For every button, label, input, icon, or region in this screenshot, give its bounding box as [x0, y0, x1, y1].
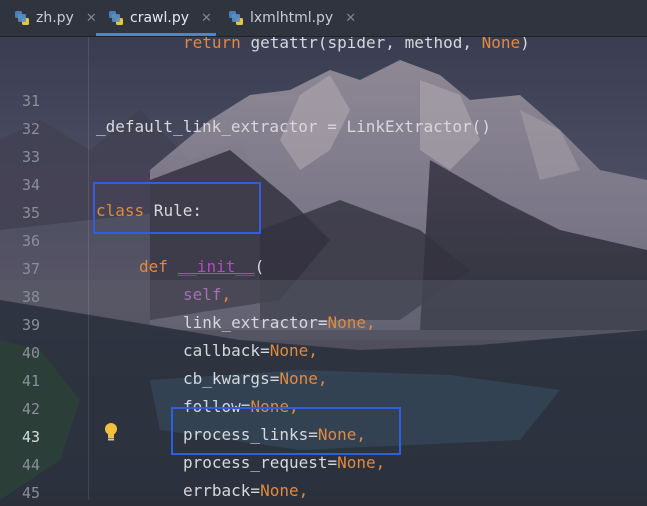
line-number: 45	[21, 484, 40, 502]
line-number: 42	[21, 400, 40, 418]
code-line: 40 callback=None,	[0, 338, 647, 366]
code-line: 37 def __init__(	[0, 254, 647, 282]
param-name: process_request=	[183, 453, 338, 472]
code-line: 31	[0, 86, 647, 114]
line-number: 38	[21, 288, 40, 306]
line-number: 41	[21, 372, 40, 390]
none-literal: None	[269, 341, 309, 360]
tab-zh-py[interactable]: zh.py ✕	[0, 0, 97, 36]
code-text: cb_kwargs=None,	[183, 369, 328, 388]
none-literal: None	[327, 313, 367, 332]
code-token: (	[254, 257, 265, 276]
code-token: ,	[317, 369, 328, 388]
code-token: ,	[298, 481, 309, 500]
code-text: link_extractor=None,	[183, 313, 376, 332]
none-literal: None	[337, 453, 376, 472]
code-line: 41 cb_kwargs=None,	[0, 366, 647, 394]
code-text: def __init__(	[139, 257, 264, 276]
code-token: ,	[308, 341, 318, 360]
param-name: cb_kwargs=	[183, 369, 280, 388]
code-text: process_request=None,	[183, 453, 385, 472]
code-text: _default_link_extractor = LinkExtractor(…	[96, 117, 491, 136]
keyword-def: def	[139, 257, 168, 276]
close-icon[interactable]: ✕	[201, 11, 212, 26]
line-number: 37	[21, 260, 40, 278]
param-name: errback=	[183, 481, 261, 500]
param-name: callback=	[183, 341, 270, 360]
tab-label: zh.py	[36, 10, 74, 26]
code-line: 38 self,	[0, 282, 647, 310]
python-file-icon	[14, 10, 30, 26]
code-token: ,	[366, 313, 376, 332]
highlight-box-process-links	[171, 407, 401, 455]
python-file-icon	[228, 10, 244, 26]
self-param: self	[183, 285, 222, 304]
none-literal: None	[260, 481, 299, 500]
code-text: callback=None,	[183, 341, 318, 360]
none-literal: None	[279, 369, 318, 388]
tab-lxmlhtml-py[interactable]: lxmlhtml.py ✕	[216, 0, 356, 36]
tab-label: lxmlhtml.py	[250, 10, 334, 26]
code-text: self,	[183, 285, 231, 304]
dunder-init: __init__	[177, 257, 255, 276]
line-number: 40	[21, 344, 40, 362]
tab-label: crawl.py	[130, 10, 189, 26]
param-name: link_extractor=	[183, 313, 328, 332]
editor-tab-bar: zh.py ✕ crawl.py ✕ lxmlhtml.py ✕	[0, 0, 647, 37]
line-number: 43	[21, 428, 40, 446]
gutter-separator	[88, 36, 89, 500]
highlight-box-class-rule	[93, 182, 261, 234]
tab-crawl-py[interactable]: crawl.py ✕	[96, 0, 216, 36]
code-line: 45 errback=None,	[0, 478, 647, 506]
line-number: 36	[21, 232, 40, 250]
line-number: 35	[21, 204, 40, 222]
close-icon[interactable]: ✕	[345, 11, 356, 26]
line-number: 44	[21, 456, 40, 474]
line-number: 32	[21, 120, 40, 138]
line-number: 34	[21, 176, 40, 194]
code-token: ,	[375, 453, 386, 472]
lightbulb-icon[interactable]	[103, 422, 119, 442]
line-number: 39	[21, 316, 40, 334]
code-token: ,	[221, 285, 232, 304]
code-text: errback=None,	[183, 481, 308, 500]
line-number: 33	[21, 148, 40, 166]
code-line: 32 _default_link_extractor = LinkExtract…	[0, 114, 647, 142]
code-line: 39 link_extractor=None,	[0, 310, 647, 338]
line-number: 31	[21, 92, 40, 110]
python-file-icon	[108, 10, 124, 26]
code-line: 33	[0, 142, 647, 170]
